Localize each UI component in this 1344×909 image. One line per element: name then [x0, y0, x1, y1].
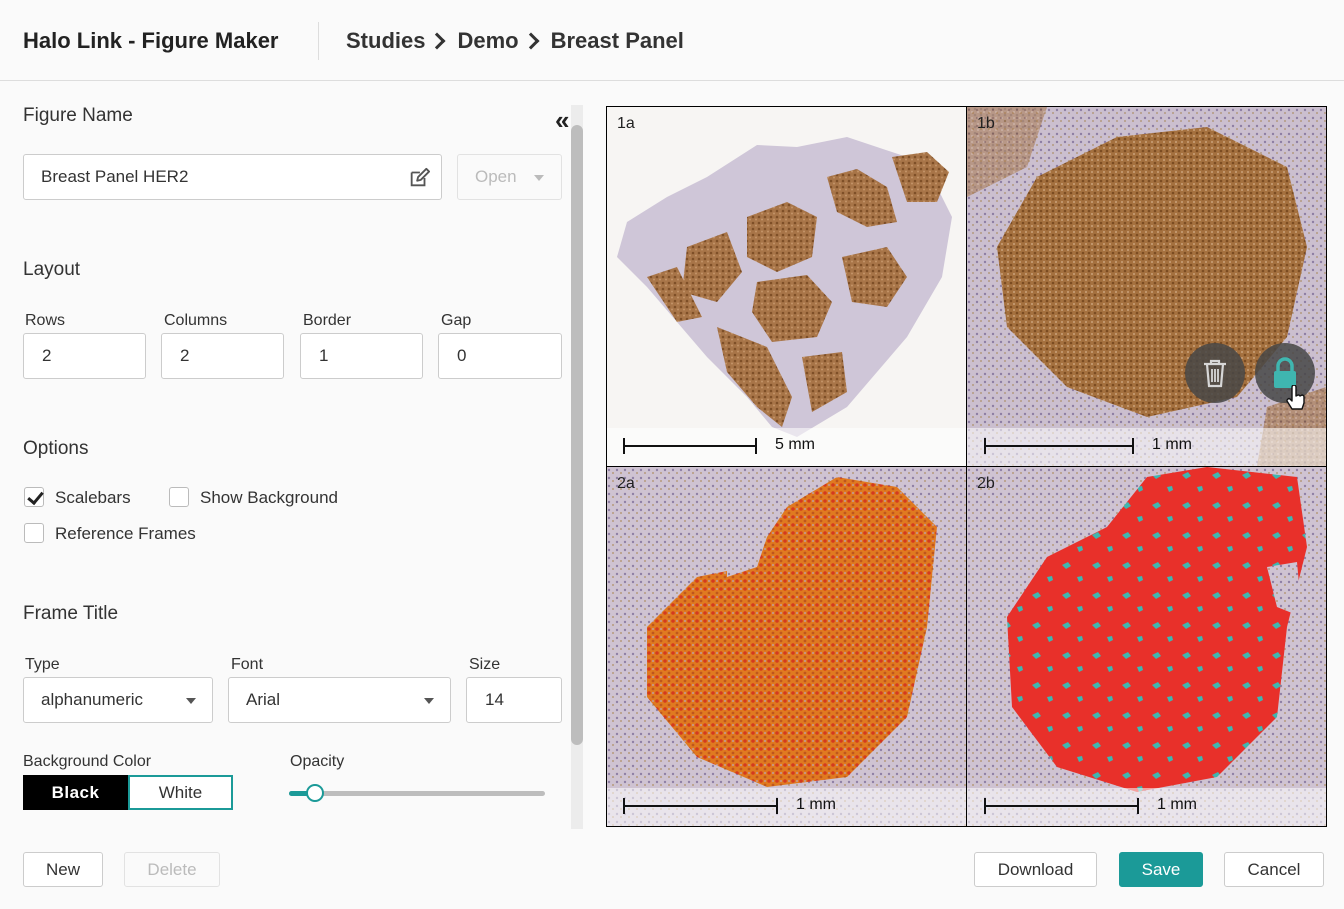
frame-title: 1b: [977, 115, 995, 132]
type-label: Type: [25, 656, 60, 673]
frame-2b[interactable]: 2b 1 mm: [967, 467, 1326, 826]
font-label: Font: [231, 656, 264, 673]
open-dropdown[interactable]: Open: [457, 154, 562, 200]
scalebar-label: 1 mm: [1152, 436, 1192, 453]
columns-input[interactable]: 2: [161, 333, 284, 379]
rows-label: Rows: [25, 312, 66, 329]
delete-button[interactable]: Delete: [124, 852, 220, 887]
show-background-checkbox[interactable]: [169, 487, 189, 507]
layout-title: Layout: [23, 259, 81, 280]
caret-down-icon: [534, 175, 544, 181]
scalebar-label: 1 mm: [796, 796, 836, 813]
frame-1b[interactable]: 1b 1 mm: [967, 107, 1326, 466]
scalebar-label: 1 mm: [1157, 796, 1197, 813]
save-button[interactable]: Save: [1119, 852, 1203, 887]
scalebar: 1 mm: [967, 428, 1326, 466]
hand-cursor-icon: [1286, 385, 1305, 410]
border-input[interactable]: 1: [300, 333, 423, 379]
frame-title-section: Frame Title: [23, 603, 119, 624]
white-color-button[interactable]: White: [128, 775, 233, 810]
scalebar: 1 mm: [967, 788, 1326, 826]
open-label: Open: [475, 167, 517, 186]
scalebars-label[interactable]: Scalebars: [55, 488, 131, 508]
show-background-label[interactable]: Show Background: [200, 488, 338, 508]
frame-1a[interactable]: 1a 5 mm: [607, 107, 966, 466]
opacity-slider[interactable]: [289, 784, 545, 802]
columns-label: Columns: [164, 312, 228, 329]
caret-down-icon: [186, 698, 196, 704]
tissue-image-2b: [967, 467, 1326, 826]
options-title: Options: [23, 438, 89, 459]
breadcrumb: Studies Demo Breast Panel: [346, 28, 684, 54]
breadcrumb-studies[interactable]: Studies: [346, 28, 425, 54]
scrollbar-thumb[interactable]: [571, 125, 583, 745]
figure-name-value: Breast Panel HER2: [41, 167, 189, 186]
cancel-button[interactable]: Cancel: [1224, 852, 1324, 887]
figure-name-title: Figure Name: [23, 105, 133, 126]
gap-input[interactable]: 0: [438, 333, 562, 379]
reference-frames-checkbox[interactable]: [24, 523, 44, 543]
background-color-label: Background Color: [23, 753, 152, 770]
app-title: Halo Link - Figure Maker: [23, 28, 279, 53]
breadcrumb-demo[interactable]: Demo: [457, 28, 518, 54]
rows-input[interactable]: 2: [23, 333, 146, 379]
type-value: alphanumeric: [41, 690, 144, 709]
new-button[interactable]: New: [23, 852, 103, 887]
frame-title: 1a: [617, 115, 635, 132]
panel-scrollbar[interactable]: [571, 105, 583, 829]
frame-2a[interactable]: 2a 1 mm: [607, 467, 966, 826]
font-value: Arial: [246, 690, 281, 709]
scalebar-line: [984, 438, 1134, 454]
size-label: Size: [469, 656, 501, 673]
frame-title: 2a: [617, 475, 635, 492]
frame-title: 2b: [977, 475, 995, 492]
scalebar-line: [623, 798, 778, 814]
scalebar: 5 mm: [607, 428, 966, 466]
tissue-image-2a: [607, 467, 966, 826]
type-select[interactable]: alphanumeric: [23, 677, 213, 723]
edit-icon[interactable]: [408, 167, 430, 189]
caret-down-icon: [424, 698, 434, 704]
scalebar: 1 mm: [607, 788, 966, 826]
tissue-image-1b: [967, 107, 1326, 466]
scalebar-line: [984, 798, 1139, 814]
gap-label: Gap: [441, 312, 472, 329]
reference-frames-label[interactable]: Reference Frames: [55, 524, 196, 544]
background-color-toggle: Black White: [23, 775, 233, 810]
black-color-button[interactable]: Black: [23, 775, 128, 810]
opacity-slider-thumb[interactable]: [306, 784, 324, 802]
font-select[interactable]: Arial: [228, 677, 451, 723]
download-button[interactable]: Download: [974, 852, 1097, 887]
figure-name-input[interactable]: Breast Panel HER2: [23, 154, 442, 200]
header-divider: [318, 22, 319, 60]
delete-frame-button[interactable]: [1185, 343, 1245, 403]
scalebars-checkbox[interactable]: [24, 487, 44, 507]
trash-icon: [1204, 359, 1226, 388]
app-header: Halo Link - Figure Maker Studies Demo Br…: [0, 0, 1344, 81]
breadcrumb-breast-panel: Breast Panel: [550, 28, 684, 53]
chevron-right-icon: [522, 32, 540, 50]
chevron-right-icon: [428, 32, 446, 50]
opacity-label: Opacity: [290, 753, 345, 770]
figure-preview: 1a 5 mm 1b 1 mm 2a 1 mm 2b 1 mm: [606, 106, 1327, 827]
scalebar-line: [623, 438, 757, 454]
scalebar-label: 5 mm: [775, 436, 815, 453]
size-input[interactable]: 14: [466, 677, 562, 723]
tissue-image-1a: [607, 107, 966, 466]
border-label: Border: [303, 312, 352, 329]
